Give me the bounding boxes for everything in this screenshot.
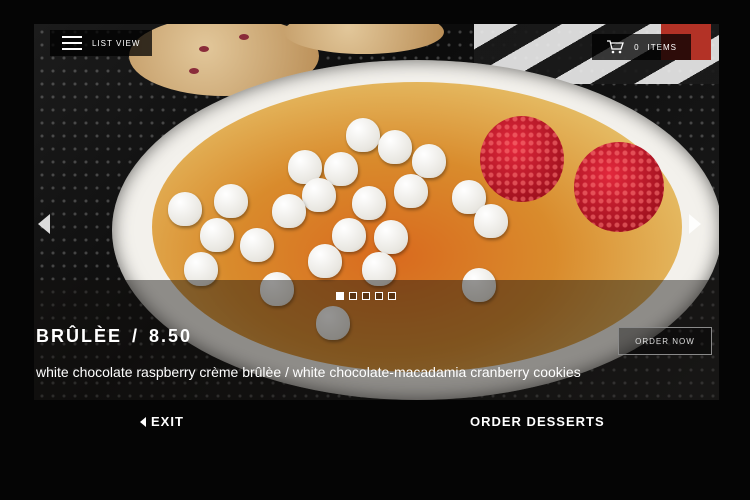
chocolate-chip: [332, 218, 366, 252]
kiosk-screen: LIST VIEW 0 ITEMS BRÛLÈE/8.50 ORDER NOW …: [34, 24, 719, 400]
chocolate-chip: [378, 130, 412, 164]
item-title: BRÛLÈE / 8.50: [36, 326, 192, 347]
cart-button[interactable]: 0 ITEMS: [592, 34, 691, 60]
chocolate-chip: [352, 186, 386, 220]
chocolate-chip: [214, 184, 248, 218]
chocolate-chip: [240, 228, 274, 262]
list-view-label: LIST VIEW: [92, 38, 141, 48]
chocolate-chip: [474, 204, 508, 238]
exit-label: EXIT: [151, 414, 184, 429]
carousel-dot[interactable]: [388, 292, 396, 300]
chocolate-chip: [308, 244, 342, 278]
chocolate-chip: [394, 174, 428, 208]
carousel-dot[interactable]: [349, 292, 357, 300]
cart-label: ITEMS: [647, 42, 677, 52]
list-view-button[interactable]: LIST VIEW: [50, 30, 153, 56]
order-desserts-button[interactable]: ORDER DESSERTS: [470, 414, 605, 429]
back-arrow-icon: [140, 416, 146, 427]
cart-count: 0: [634, 42, 640, 52]
exit-button[interactable]: EXIT: [140, 414, 184, 429]
chocolate-chip: [346, 118, 380, 152]
item-description: white chocolate raspberry crème brûlèe /…: [36, 364, 581, 380]
chocolate-chip: [374, 220, 408, 254]
chocolate-chip: [302, 178, 336, 212]
chevron-right-icon[interactable]: [689, 214, 701, 234]
order-now-button[interactable]: ORDER NOW: [618, 327, 712, 355]
title-separator: /: [132, 326, 140, 346]
cart-icon: [607, 40, 624, 54]
raspberry: [480, 116, 564, 202]
carousel-dot[interactable]: [336, 292, 344, 300]
chocolate-chip: [412, 144, 446, 178]
carousel-dot[interactable]: [362, 292, 370, 300]
item-price: 8.50: [149, 326, 193, 346]
carousel-dot[interactable]: [375, 292, 383, 300]
chocolate-chip: [200, 218, 234, 252]
item-name: BRÛLÈE: [36, 326, 123, 346]
chevron-left-icon[interactable]: [38, 214, 50, 234]
chocolate-chip: [168, 192, 202, 226]
chocolate-chip: [272, 194, 306, 228]
raspberry: [574, 142, 664, 232]
carousel-indicators: [336, 292, 396, 300]
hamburger-icon: [62, 36, 82, 50]
